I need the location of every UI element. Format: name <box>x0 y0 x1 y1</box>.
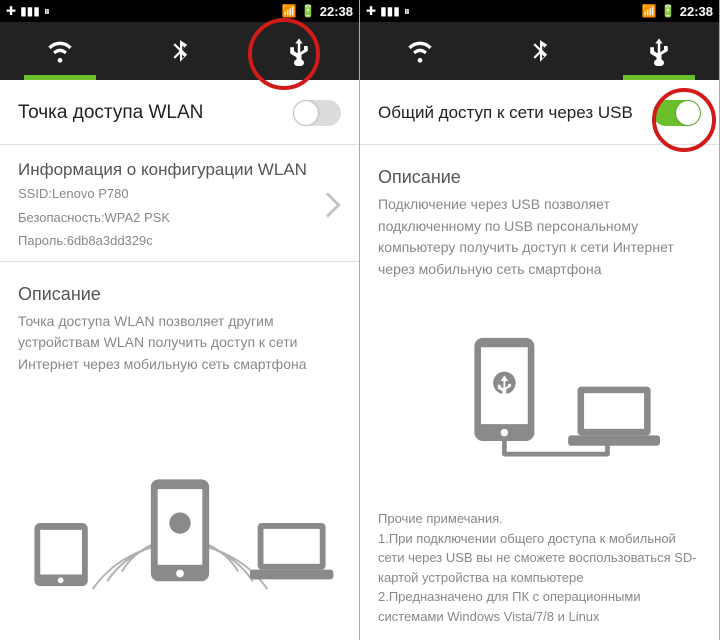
config-title: Информация о конфигурации WLAN <box>18 159 319 180</box>
tab-usb[interactable] <box>239 22 359 80</box>
tab-bar <box>0 22 359 80</box>
description-text: Подключение через USB позволяет подключе… <box>360 194 719 281</box>
description-title: Описание <box>360 145 719 194</box>
config-security: Безопасность:WPA2 PSK <box>18 208 319 228</box>
wifi-icon <box>43 37 77 65</box>
usb-icon <box>644 33 674 69</box>
toggle-row-wlan: Точка доступа WLAN <box>0 80 359 144</box>
usb-icon <box>284 33 314 69</box>
illustration-hotspot <box>0 376 359 640</box>
signal-icon: ▮▮▮ <box>380 4 400 18</box>
status-bar: ✚ ▮▮▮ ⏸ 📶 🔋 22:38 <box>360 0 719 22</box>
screen-right: ✚ ▮▮▮ ⏸ 📶 🔋 22:38 Общий доступ к сети че… <box>360 0 720 640</box>
toggle-row-usb: Общий доступ к сети через USB <box>360 80 719 144</box>
signal-icon: ▮▮▮ <box>20 4 40 18</box>
plus-icon: ✚ <box>6 4 16 18</box>
bluetooth-icon <box>527 34 553 68</box>
status-bar: ✚ ▮▮▮ ⏸ 📶 🔋 22:38 <box>0 0 359 22</box>
notes: Прочие примечания. 1.При подключении общ… <box>360 509 719 640</box>
battery-icon: 🔋 <box>301 4 316 18</box>
note-1: 1.При подключении общего доступа к мобил… <box>378 529 701 588</box>
wifi-icon: 📶 <box>282 4 297 18</box>
tab-bar <box>360 22 719 80</box>
tab-wifi[interactable] <box>360 22 480 80</box>
switch-wlan[interactable] <box>293 100 341 126</box>
tab-bluetooth[interactable] <box>480 22 600 80</box>
tab-wifi[interactable] <box>0 22 120 80</box>
description-title: Описание <box>0 262 359 311</box>
clock: 22:38 <box>320 4 353 19</box>
plus-icon: ✚ <box>366 4 376 18</box>
chevron-right-icon <box>315 192 340 217</box>
config-ssid: SSID:Lenovo P780 <box>18 184 319 204</box>
tab-bluetooth[interactable] <box>120 22 240 80</box>
config-password: Пароль:6db8a3dd329c <box>18 231 319 251</box>
description-text: Точка доступа WLAN позволяет другим устр… <box>0 311 359 376</box>
bluetooth-icon <box>167 34 193 68</box>
toggle-title: Точка доступа WLAN <box>18 102 203 124</box>
toggle-title: Общий доступ к сети через USB <box>378 103 633 123</box>
note-2: 2.Предназначено для ПК с операционными с… <box>378 587 701 626</box>
tab-usb[interactable] <box>599 22 719 80</box>
switch-usb[interactable] <box>653 100 701 126</box>
battery-icon: 🔋 <box>661 4 676 18</box>
wifi-icon <box>403 37 437 65</box>
wifi-icon: 📶 <box>642 4 657 18</box>
illustration-usb <box>360 281 719 509</box>
config-row[interactable]: Информация о конфигурации WLAN SSID:Leno… <box>0 145 359 261</box>
clock: 22:38 <box>680 4 713 19</box>
pause-icon: ⏸ <box>404 4 410 19</box>
screen-left: ✚ ▮▮▮ ⏸ 📶 🔋 22:38 Точка доступа WLAN <box>0 0 360 640</box>
notes-title: Прочие примечания. <box>378 509 701 529</box>
pause-icon: ⏸ <box>44 4 50 19</box>
